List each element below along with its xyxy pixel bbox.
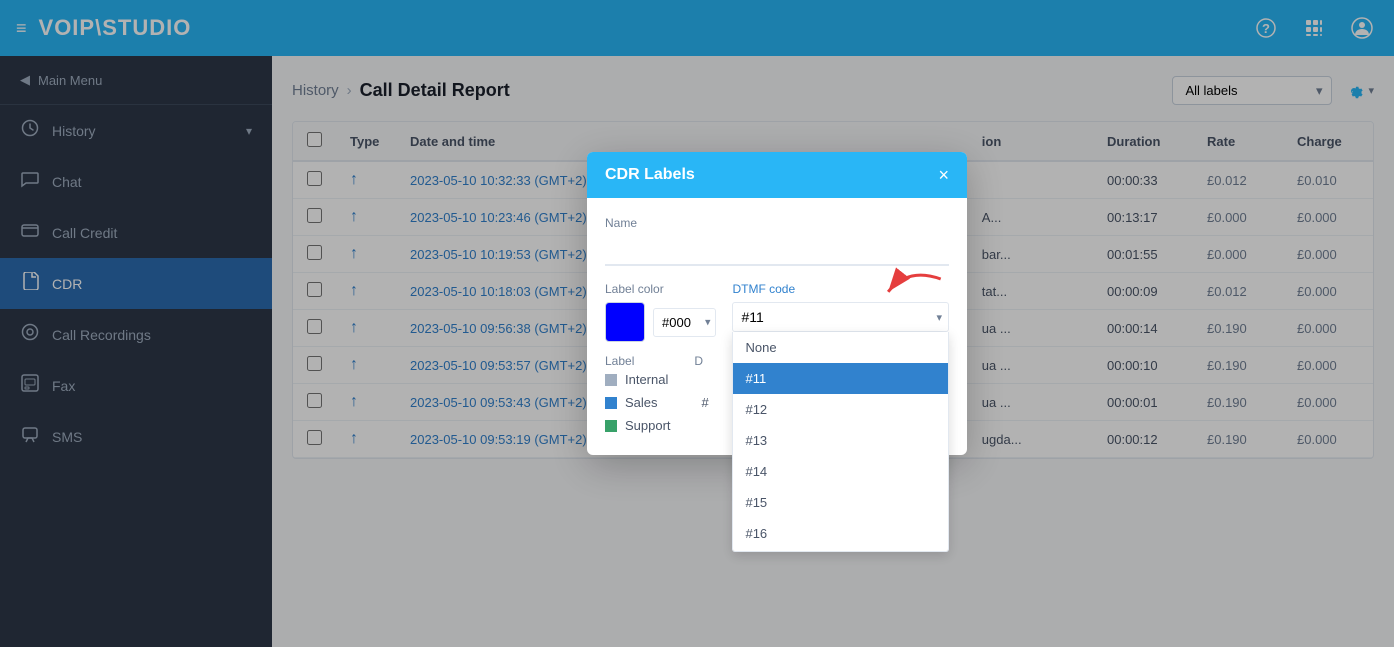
- color-text-wrap: ▾: [653, 308, 716, 337]
- modal-close-button[interactable]: ×: [938, 166, 949, 184]
- name-input[interactable]: [605, 236, 949, 266]
- dtmf-input-wrap: ▾: [732, 302, 949, 332]
- dtmf-option-11[interactable]: #11: [733, 363, 948, 394]
- dtmf-input[interactable]: [733, 303, 930, 331]
- dtmf-option-12[interactable]: #12: [733, 394, 948, 425]
- color-hex-input[interactable]: [653, 308, 716, 337]
- dtmf-option-15[interactable]: #15: [733, 487, 948, 518]
- color-swatch[interactable]: [605, 302, 645, 342]
- dtmf-option-13[interactable]: #13: [733, 425, 948, 456]
- label-name-sales: Sales: [625, 395, 658, 410]
- dtmf-label: DTMF code: [732, 282, 949, 296]
- dtmf-col: DTMF code ▾ None#11#12#13#14#15#: [732, 282, 949, 332]
- dtmf-dropdown: None#11#12#13#14#15#16#17#18: [732, 332, 949, 552]
- label-name-support: Support: [625, 418, 671, 433]
- name-label: Name: [605, 216, 949, 230]
- label-dtmf-sales: #: [702, 395, 709, 410]
- label-color-support: [605, 420, 617, 432]
- dtmf-option-14[interactable]: #14: [733, 456, 948, 487]
- modal-header: CDR Labels ×: [587, 152, 967, 198]
- label-name-internal: Internal: [625, 372, 668, 387]
- label-color-label: Label color: [605, 282, 716, 296]
- cdr-labels-modal: CDR Labels × Name Label color ▾: [587, 152, 967, 455]
- modal-title: CDR Labels: [605, 166, 695, 184]
- name-field: Name: [605, 216, 949, 266]
- labels-header-label-col: Label: [605, 354, 634, 368]
- dtmf-option-None[interactable]: None: [733, 332, 948, 363]
- color-dtmf-row: Label color ▾ DTMF code: [605, 282, 949, 342]
- labels-header-dtmf-col: D: [694, 354, 703, 368]
- label-color-sales: [605, 397, 617, 409]
- dtmf-option-16[interactable]: #16: [733, 518, 948, 549]
- dtmf-dropdown-arrow[interactable]: ▾: [930, 311, 948, 324]
- dtmf-option-17[interactable]: #17: [733, 549, 948, 552]
- label-color-internal: [605, 374, 617, 386]
- modal-body: Name Label color ▾: [587, 198, 967, 455]
- modal-overlay[interactable]: CDR Labels × Name Label color ▾: [0, 0, 1394, 647]
- label-color-col: Label color ▾: [605, 282, 716, 342]
- color-picker-area: ▾: [605, 302, 716, 342]
